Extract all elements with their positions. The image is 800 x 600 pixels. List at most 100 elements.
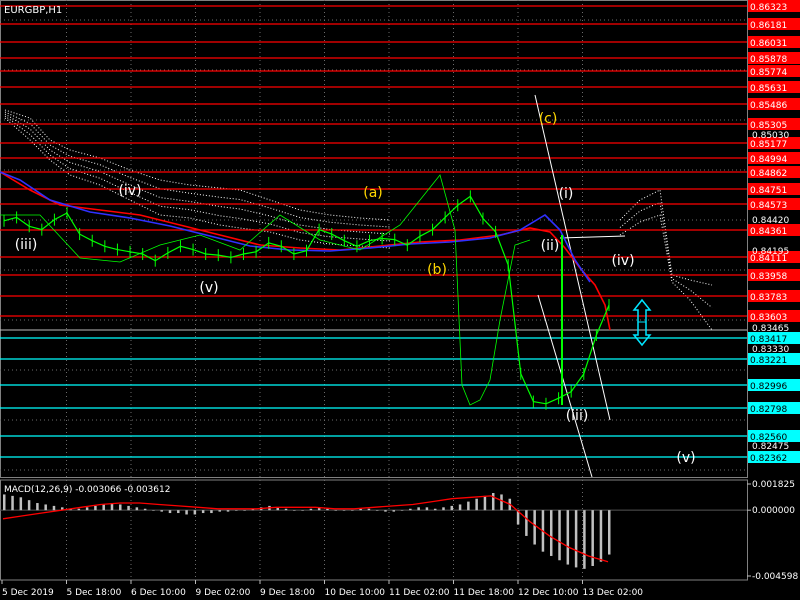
cloud-band <box>4 113 391 235</box>
macd-bar <box>417 507 420 511</box>
time-label: 5 Dec 2019 <box>2 588 54 598</box>
macd-bar <box>500 494 503 511</box>
macd-bar <box>483 495 487 511</box>
macd-bar <box>143 508 147 511</box>
time-label: 13 Dec 02:00 <box>583 588 644 598</box>
macd-bar <box>392 510 396 512</box>
wave-label: (b) <box>427 262 447 278</box>
macd-bar <box>450 505 454 511</box>
macd-bar <box>293 510 296 511</box>
resistance-level-label: 0.86031 <box>750 39 787 49</box>
macd-bar <box>342 510 346 511</box>
macd-bar <box>334 510 338 511</box>
macd-bar <box>19 497 23 511</box>
wave-label: (iii) <box>566 408 589 424</box>
price-axis: 0.86323 0.86181 0.86031 0.85878 0.85774 0.856… <box>748 0 800 464</box>
macd-bar <box>367 508 371 511</box>
macd-bar <box>491 493 495 511</box>
macd-bar <box>52 505 56 511</box>
wave-line <box>559 235 626 239</box>
macd-bar <box>193 510 197 515</box>
macd-bar <box>218 510 221 512</box>
macd-bar <box>119 504 122 511</box>
macd-bar <box>475 498 478 511</box>
macd-tick-label: 0.001825 <box>752 480 795 490</box>
resistance-level-label: 0.83603 <box>750 313 787 323</box>
macd-bar <box>309 508 313 511</box>
macd-bar <box>574 510 578 568</box>
macd-bar <box>400 510 404 511</box>
wave-label: (iv) <box>611 253 634 269</box>
time-label: 9 Dec 02:00 <box>196 588 251 598</box>
macd-bar <box>442 507 445 511</box>
price-tick: 0.83465 <box>752 324 789 334</box>
macd-bar <box>36 503 39 511</box>
macd-pane: 0.001825 0.000000 -0.004598 <box>0 480 798 582</box>
macd-bar <box>44 504 47 511</box>
resistance-level-label: 0.85305 <box>750 121 787 131</box>
resistance-level-label: 0.84573 <box>750 201 787 211</box>
support-level-label: 0.82798 <box>750 405 787 415</box>
macd-bar <box>351 510 354 511</box>
macd-bar <box>243 510 246 511</box>
resistance-level-label: 0.83783 <box>750 293 787 303</box>
resistance-level-label: 0.86323 <box>750 3 787 13</box>
macd-bar <box>210 510 213 514</box>
macd-bar <box>168 510 172 514</box>
time-label: 11 Dec 02:00 <box>389 588 450 598</box>
macd-bar <box>301 510 304 511</box>
chart-canvas[interactable]: (iii) (iv) (v) (a) (b) (c) (i) (ii) (iii) (iv) (v)… <box>0 0 800 600</box>
macd-bar <box>102 504 105 511</box>
macd-bar <box>135 507 139 511</box>
resistance-level-label: 0.85177 <box>750 140 787 150</box>
macd-bar <box>425 507 429 511</box>
price-tick: 0.84195 <box>752 247 789 257</box>
wave-label: (c) <box>539 111 558 127</box>
macd-bar <box>85 507 89 511</box>
macd-bar <box>375 510 379 511</box>
price-levels <box>0 5 747 458</box>
main-pane-frame <box>0 0 748 478</box>
resistance-level-label: 0.84751 <box>750 186 787 196</box>
macd-bar <box>226 510 230 512</box>
macd-bar <box>608 510 611 555</box>
macd-bar <box>127 505 130 511</box>
macd-bar <box>549 510 553 556</box>
resistance-level-label: 0.84361 <box>750 227 787 237</box>
price-tick: 0.85030 <box>752 131 789 141</box>
macd-pane-frame <box>0 479 748 581</box>
macd-bar <box>177 510 180 514</box>
macd-tick-label: -0.004598 <box>752 572 798 582</box>
wave-label: (a) <box>363 185 383 201</box>
macd-signal-line <box>2 495 609 563</box>
wave-label: (v) <box>676 450 695 466</box>
support-level-label: 0.82362 <box>750 454 787 464</box>
macd-title: MACD(12,26,9) -0.003066 -0.003612 <box>4 485 170 495</box>
wave-label: (ii) <box>541 238 560 254</box>
macd-bar <box>583 510 586 569</box>
macd-tick-label: 0.000000 <box>752 506 795 516</box>
macd-bar <box>160 510 163 512</box>
time-axis: 5 Dec 2019 5 Dec 18:00 6 Dec 10:00 9 Dec 02… <box>1 580 644 598</box>
resistance-level-label: 0.84862 <box>750 169 787 179</box>
macd-bar <box>152 510 155 511</box>
resistance-level-label: 0.84994 <box>750 155 787 165</box>
resistance-level-label: 0.83958 <box>750 272 787 282</box>
macd-bar <box>458 504 462 511</box>
macd-bar <box>384 510 387 512</box>
macd-bar <box>77 508 81 511</box>
wave-labels: (iii) (iv) (v) (a) (b) (c) (i) (ii) (iii) (iv) (v) <box>15 111 696 466</box>
macd-bar <box>3 494 6 511</box>
time-label: 6 Dec 10:00 <box>131 588 186 598</box>
support-level-label: 0.82996 <box>750 382 787 392</box>
macd-bar <box>185 510 188 515</box>
channel-line <box>537 294 593 478</box>
macd-bar <box>566 510 570 565</box>
resistance-level-label: 0.85878 <box>750 55 787 65</box>
price-tick: 0.82475 <box>752 442 789 452</box>
macd-bar <box>558 510 561 561</box>
macd-bar <box>94 505 97 511</box>
trading-chart-window: (iii) (iv) (v) (a) (b) (c) (i) (ii) (iii) (iv) (v)… <box>0 0 800 600</box>
macd-bar <box>284 508 288 511</box>
resistance-level-label: 0.85631 <box>750 84 787 94</box>
